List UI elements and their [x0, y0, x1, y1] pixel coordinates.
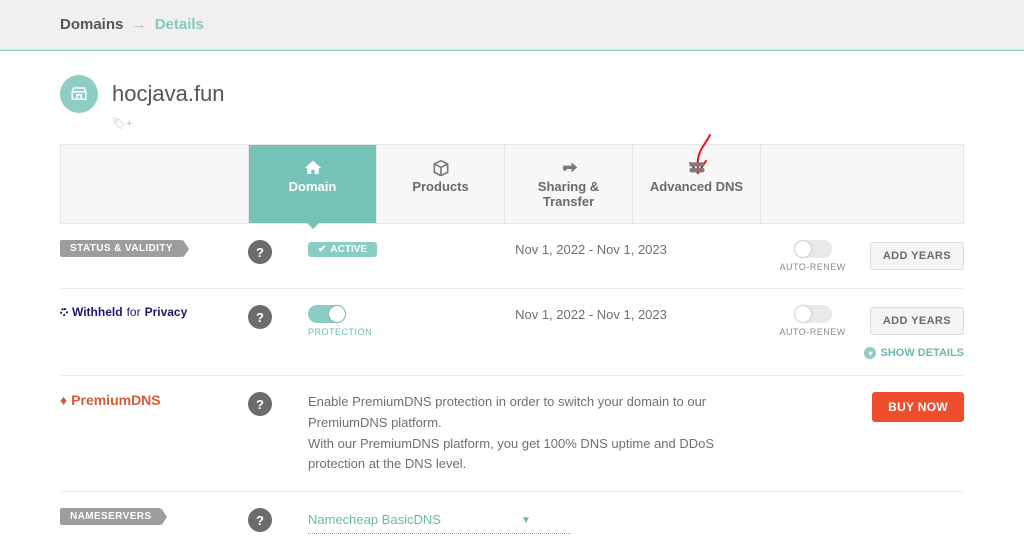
- domain-title: hocjava.fun: [112, 81, 225, 107]
- breadcrumb-domains[interactable]: Domains: [60, 16, 123, 33]
- nameservers-select[interactable]: Namecheap BasicDNS ▼: [308, 508, 571, 534]
- nameservers-value: Namecheap BasicDNS: [308, 510, 441, 531]
- breadcrumb: Domains → Details: [0, 0, 1024, 50]
- auto-renew-label: AUTO-RENEW: [779, 262, 845, 272]
- withheld-for-privacy-brand: WithheldforPrivacy: [60, 305, 187, 319]
- expand-icon: ▾: [864, 347, 876, 359]
- tag-add-icon[interactable]: 🏷︎+: [112, 117, 964, 130]
- help-nameservers-icon[interactable]: ?: [248, 508, 272, 532]
- breadcrumb-arrow-icon: →: [132, 16, 147, 33]
- tab-products[interactable]: Products: [376, 145, 504, 223]
- add-years-status-button[interactable]: ADD YEARS: [870, 242, 964, 270]
- protection-label: PROTECTION: [308, 327, 372, 337]
- tab-domain-label: Domain: [289, 179, 337, 194]
- status-chip-label: ACTIVE: [330, 244, 367, 255]
- tab-sharing-transfer[interactable]: Sharing & Transfer: [504, 145, 632, 223]
- tab-domain[interactable]: Domain: [248, 145, 376, 223]
- auto-renew-privacy-label: AUTO-RENEW: [779, 327, 845, 337]
- premium-desc-2: With our PremiumDNS platform, you get 10…: [308, 434, 744, 476]
- tabs: Domain Products Sharing & Transfer Advan…: [60, 144, 964, 224]
- row-status-validity: STATUS & VALIDITY ? ✔ ACTIVE Nov 1, 2022…: [60, 224, 964, 289]
- tab-sharing-label: Sharing & Transfer: [538, 179, 599, 209]
- toggle-auto-renew-privacy[interactable]: [794, 305, 832, 323]
- help-status-icon[interactable]: ?: [248, 240, 272, 264]
- row-premium-dns: ♦ PremiumDNS ? Enable PremiumDNS protect…: [60, 376, 964, 492]
- status-validity-badge: STATUS & VALIDITY: [60, 240, 183, 257]
- box-icon: [431, 159, 451, 173]
- chevron-down-icon: ▼: [521, 513, 531, 529]
- show-details-label: SHOW DETAILS: [880, 347, 964, 359]
- share-icon: [559, 159, 579, 173]
- buy-now-button[interactable]: BUY NOW: [872, 392, 964, 422]
- row-privacy: WithheldforPrivacy ? PROTECTION Nov 1, 2…: [60, 289, 964, 376]
- domain-store-icon: [60, 75, 98, 113]
- toggle-protection[interactable]: [308, 305, 346, 323]
- status-dates: Nov 1, 2022 - Nov 1, 2023: [438, 240, 744, 261]
- premium-dns-brand: ♦ PremiumDNS: [60, 392, 161, 408]
- premium-desc-1: Enable PremiumDNS protection in order to…: [308, 392, 744, 434]
- tab-advanced-dns[interactable]: Advanced DNS: [632, 145, 760, 223]
- tab-advdns-label: Advanced DNS: [650, 179, 743, 194]
- check-icon: ✔: [318, 244, 326, 255]
- server-icon: [687, 159, 707, 173]
- privacy-dates: Nov 1, 2022 - Nov 1, 2023: [438, 305, 744, 326]
- row-nameservers: NAMESERVERS ? Namecheap BasicDNS ▼: [60, 492, 964, 550]
- house-icon: [303, 159, 323, 173]
- add-years-privacy-button[interactable]: ADD YEARS: [870, 307, 964, 335]
- status-active-chip: ✔ ACTIVE: [308, 242, 377, 257]
- nameservers-badge: NAMESERVERS: [60, 508, 161, 525]
- diamond-icon: ♦: [60, 392, 67, 408]
- help-privacy-icon[interactable]: ?: [248, 305, 272, 329]
- toggle-auto-renew-status[interactable]: [794, 240, 832, 258]
- dot-icon: [60, 308, 68, 316]
- show-details-link[interactable]: ▾ SHOW DETAILS: [864, 347, 964, 359]
- tab-products-label: Products: [412, 179, 468, 194]
- breadcrumb-details: Details: [155, 16, 204, 33]
- help-premium-icon[interactable]: ?: [248, 392, 272, 416]
